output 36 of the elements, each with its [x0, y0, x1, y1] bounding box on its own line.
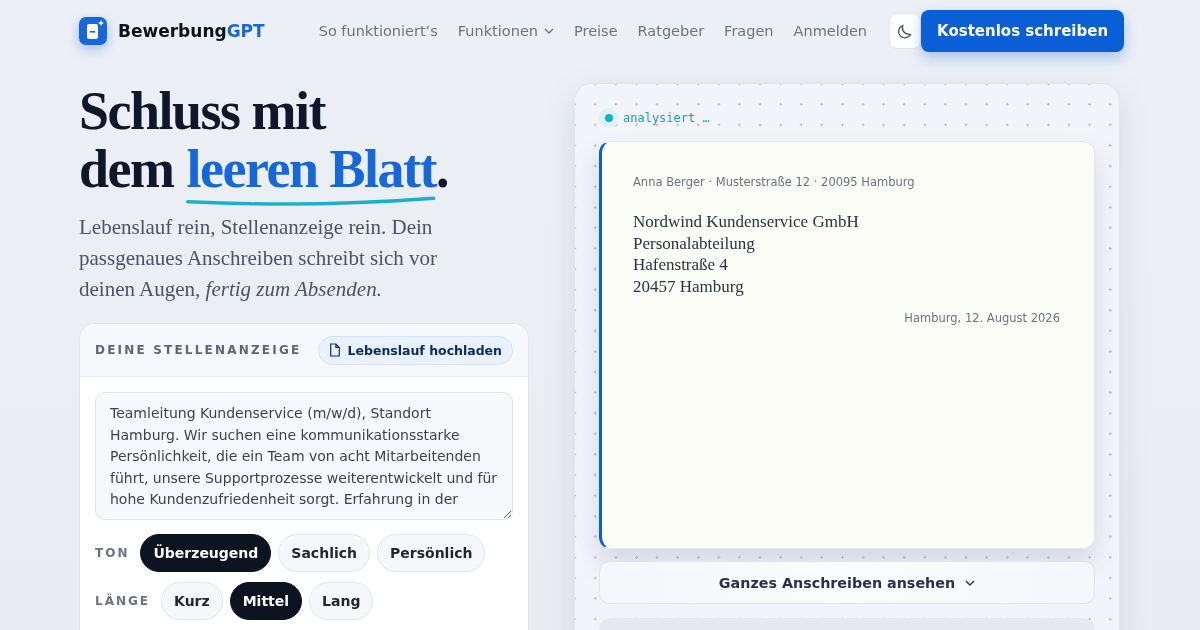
- cta-button[interactable]: Kostenlos schreiben: [921, 10, 1125, 52]
- status-text: analysiert …: [623, 111, 710, 125]
- option-pill[interactable]: Kurz: [161, 582, 223, 620]
- status-dot-icon: [599, 108, 619, 128]
- nav-link[interactable]: Ratgeber: [637, 23, 705, 39]
- logo-icon: [79, 17, 107, 45]
- headline: Schluss mit: [79, 82, 328, 140]
- letter-date: Hamburg, 12. August 2026: [904, 311, 1060, 325]
- nav-link[interactable]: So funktioniert’s: [318, 23, 438, 39]
- chevron-icon: [965, 579, 976, 586]
- nav-link[interactable]: Anmelden: [793, 23, 868, 39]
- recipient-line: Nordwind Kundenservice GmbH: [633, 211, 860, 233]
- option-pill[interactable]: Persönlich: [377, 534, 486, 572]
- option-pill[interactable]: Überzeugend: [140, 534, 272, 572]
- option-pill[interactable]: Mittel: [229, 582, 303, 620]
- headline: dem: [79, 140, 174, 198]
- expand-button[interactable]: Ganzes Anschreiben ansehen: [599, 561, 1095, 604]
- brand-name[interactable]: BewerbungGPT: [118, 21, 265, 41]
- option-label: TON: [95, 546, 130, 560]
- recipient-line: 20457 Hamburg: [633, 275, 745, 297]
- theme-toggle-button[interactable]: [889, 13, 922, 49]
- nav-link[interactable]: Funktionen: [457, 23, 554, 39]
- nav-link[interactable]: Fragen: [724, 23, 774, 39]
- option-label: LÄNGE: [95, 594, 151, 608]
- upload-button[interactable]: Lebenslauf hochladen: [317, 335, 513, 365]
- job-ad-field[interactable]: Teamleitung Kundenservice (m/w/d), Standort Hamburg. Wir suchen eine kommunikationsstarke Persönlichkeit, die ein Team von acht Mitarbeitenden führt, unsere Supportprozesse weiterentwickelt und für hohe Kundenzufriedenheit sorgt. Erfahrung in der: [95, 392, 513, 520]
- section-heading: DEINE STELLENANZEIGE: [95, 343, 302, 357]
- option-pill[interactable]: Sachlich: [278, 534, 370, 572]
- document-icon: [328, 343, 341, 357]
- nav-link[interactable]: Preise: [574, 23, 618, 39]
- headline-highlight: leeren Blatt: [186, 139, 436, 199]
- option-pill[interactable]: Lang: [309, 582, 374, 620]
- recipient-line: Hafenstraße 4: [633, 254, 729, 276]
- sender-line: Anna Berger · Musterstraße 12 · 20095 Hamburg: [633, 175, 916, 189]
- recipient-line: Personalabteilung: [633, 232, 756, 254]
- lead-paragraph: Lebenslauf rein, Stellenanzeige rein. Dein passgenaues Anschreiben schreibt sich vor deinen Augen, fertig zum Absenden.: [79, 214, 439, 303]
